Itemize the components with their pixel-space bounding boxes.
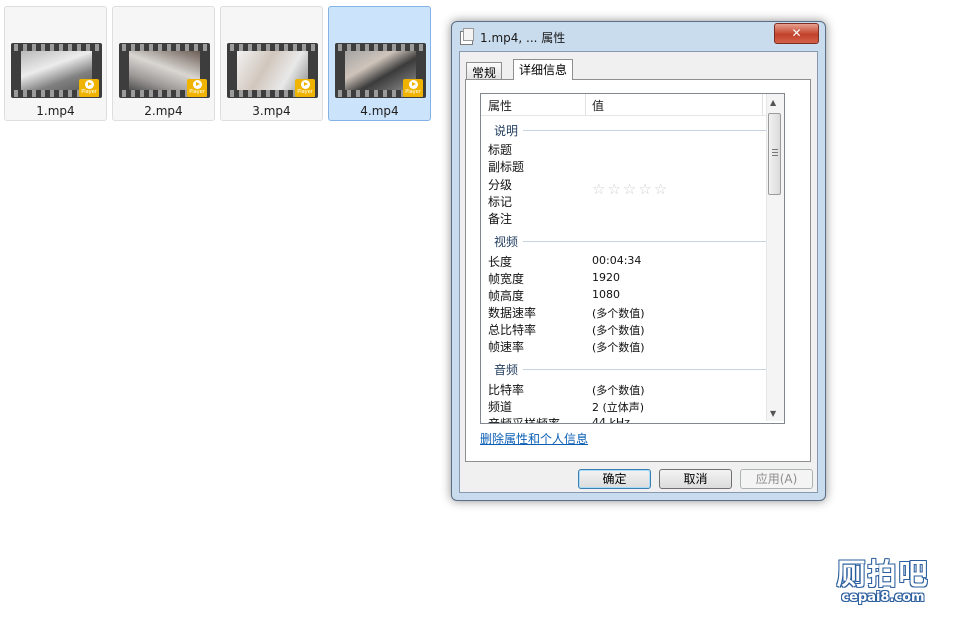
row-rating[interactable]: 分级	[488, 176, 512, 193]
row-frame-rate[interactable]: 帧速率	[488, 338, 524, 355]
value-length: 00:04:34	[592, 254, 642, 267]
star-icon: ☆	[653, 180, 668, 198]
value-channels: 2 (立体声)	[592, 401, 645, 414]
player-icon: Player	[79, 79, 99, 97]
value-frame-width: 1920	[592, 271, 620, 284]
dialog-title: 1.mp4, ... 属性	[480, 31, 566, 45]
row-title[interactable]: 标题	[488, 141, 512, 158]
value-total-bitrate: (多个数值)	[592, 324, 645, 337]
row-bitrate[interactable]: 比特率	[488, 381, 524, 398]
property-list[interactable]: 属性 值 说明 标题 副标题 分级 ☆ ☆ ☆ ☆ ☆ 标记 备注 视频 长度 …	[480, 93, 785, 424]
close-button[interactable]: ✕	[774, 23, 819, 44]
file-name: 4.mp4	[360, 104, 399, 118]
document-icon	[460, 28, 474, 45]
tab-general[interactable]: 常规	[466, 62, 503, 80]
file-tile-4[interactable]: Player 4.mp4	[328, 6, 431, 121]
player-icon: Player	[403, 79, 423, 97]
list-header: 属性 值	[481, 94, 767, 116]
details-panel: 属性 值 说明 标题 副标题 分级 ☆ ☆ ☆ ☆ ☆ 标记 备注 视频 长度 …	[465, 79, 811, 462]
scroll-up-icon[interactable]: ▲	[770, 98, 776, 107]
row-subtitle[interactable]: 副标题	[488, 158, 524, 175]
cancel-button[interactable]: 取消	[659, 469, 732, 489]
file-tile-3[interactable]: Player 3.mp4	[220, 6, 323, 121]
star-icon: ☆	[622, 180, 637, 198]
vertical-scrollbar[interactable]: ▲ ▼	[766, 94, 784, 421]
file-tile-2[interactable]: Player 2.mp4	[112, 6, 215, 121]
video-thumbnail: Player	[119, 43, 210, 98]
file-tile-1[interactable]: Player 1.mp4	[4, 6, 107, 121]
row-comments[interactable]: 备注	[488, 210, 512, 227]
section-audio: 音频	[488, 361, 768, 377]
value-frame-height: 1080	[592, 288, 620, 301]
star-icon: ☆	[607, 180, 621, 198]
grip-icon	[772, 149, 778, 156]
section-video: 视频	[488, 233, 768, 249]
value-frame-rate: (多个数值)	[592, 341, 645, 354]
scroll-thumb[interactable]	[768, 113, 781, 195]
value-sample-rate: 44 kHz	[592, 416, 630, 424]
dialog-body: 常规 详细信息 属性 值 说明 标题 副标题 分级 ☆ ☆ ☆ ☆ ☆ 标记 备…	[459, 51, 818, 493]
video-thumbnail: Player	[335, 43, 426, 98]
column-header-value[interactable]: 值	[592, 97, 604, 114]
row-length[interactable]: 长度	[488, 253, 512, 270]
video-thumbnail: Player	[11, 43, 102, 98]
row-tags[interactable]: 标记	[488, 193, 512, 210]
tab-details[interactable]: 详细信息	[513, 59, 574, 80]
row-sample-rate[interactable]: 音频采样频率	[488, 415, 560, 423]
player-icon: Player	[187, 79, 207, 97]
row-data-rate[interactable]: 数据速率	[488, 304, 536, 321]
file-name: 2.mp4	[144, 104, 183, 118]
video-thumbnail: Player	[227, 43, 318, 98]
file-name: 3.mp4	[252, 104, 291, 118]
section-description: 说明	[488, 122, 768, 138]
watermark-brand: 厕拍吧	[836, 557, 930, 591]
remove-properties-link[interactable]: 删除属性和个人信息	[480, 430, 588, 447]
row-channels[interactable]: 频道	[488, 398, 512, 415]
row-frame-height[interactable]: 帧高度	[488, 287, 524, 304]
watermark-url: cepai8.com	[841, 590, 925, 605]
row-frame-width[interactable]: 帧宽度	[488, 270, 524, 287]
watermark-logo: 厕拍吧 cepai8.com	[824, 558, 942, 605]
star-icon: ☆	[638, 180, 652, 198]
properties-dialog: 1.mp4, ... 属性 ✕ 常规 详细信息 属性 值 说明 标题 副标题 分…	[451, 21, 826, 501]
row-total-bitrate[interactable]: 总比特率	[488, 321, 536, 338]
file-name: 1.mp4	[36, 104, 75, 118]
column-header-property[interactable]: 属性	[488, 97, 512, 114]
value-data-rate: (多个数值)	[592, 307, 645, 320]
title-bar[interactable]: 1.mp4, ... 属性 ✕	[452, 22, 825, 52]
player-icon: Player	[295, 79, 315, 97]
value-bitrate: (多个数值)	[592, 384, 645, 397]
scroll-down-icon[interactable]: ▼	[770, 409, 776, 418]
star-icon: ☆	[592, 180, 606, 198]
ok-button[interactable]: 确定	[578, 469, 651, 489]
rating-stars[interactable]: ☆ ☆ ☆ ☆ ☆	[592, 180, 669, 198]
apply-button[interactable]: 应用(A)	[740, 469, 813, 489]
